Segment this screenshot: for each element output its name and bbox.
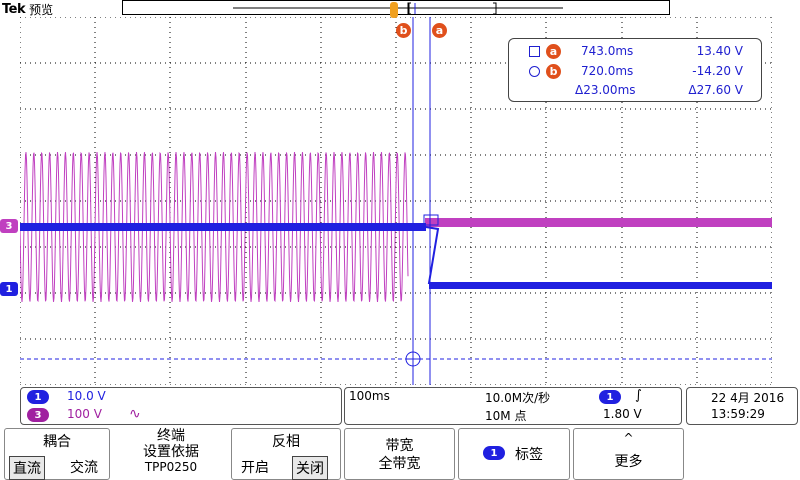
coupling-title: 耦合 [43,434,71,450]
coupling-ac-option[interactable]: 交流 [67,456,101,478]
trigger-source-chip[interactable]: 1 [599,390,621,404]
channel-1-scale: 10.0 V [67,389,106,403]
channel-3-flat-band [425,218,772,227]
oscilloscope-screen: Tek 预览 b a 3 1 a 743.0ms 13.40 V b 720.0… [0,0,800,480]
invert-menu-button[interactable]: 反相 开启 关闭 [231,428,341,480]
bandwidth-value: 全带宽 [378,456,421,472]
bandwidth-title: 带宽 [385,438,414,454]
trigger-level: 1.80 V [603,407,642,421]
trigger-position-marker [390,2,398,18]
channel-3-ground-marker[interactable]: 3 [0,219,18,233]
cursor-delta-time: Δ23.00ms [575,83,636,97]
channel-1-high-band [20,223,426,231]
cursor-a-marker-label: a [432,23,447,38]
termination-menu-button[interactable]: 终端 设置依据 TPP0250 [114,428,228,480]
coupling-menu-button[interactable]: 耦合 直流 交流 [4,428,110,480]
termination-value: TPP0250 [144,460,198,474]
rising-edge-icon: ∫ [635,388,642,403]
label-menu-button[interactable]: 1 标签 [458,428,570,480]
cursor-a-time: 743.0ms [581,44,634,58]
channel-1-low-band [429,283,772,289]
invert-on-option[interactable]: 开启 [238,456,272,478]
coupling-dc-option[interactable]: 直流 [9,456,45,480]
cursor-b-value: -14.20 V [692,64,743,78]
cursor-delta-value: Δ27.60 V [688,83,743,97]
cursor-a-row: a 743.0ms 13.40 V [509,43,761,61]
square-icon [529,46,540,57]
cursor-readout-box: a 743.0ms 13.40 V b 720.0ms -14.20 V Δ23… [508,38,762,102]
termination-title-2: 设置依据 [143,444,199,460]
label-text: 标签 [515,447,543,463]
invert-title: 反相 [272,434,300,450]
time-display: 13:59:29 [711,407,765,421]
datetime-panel: 22 4月 2016 13:59:29 [686,387,798,425]
brand: Tek 预览 [0,0,53,18]
more-arrow-icon: ^ [623,431,634,445]
circle-icon [529,66,540,77]
cursor-b-marker-label: b [396,23,411,38]
cursor-a-value: 13.40 V [696,44,743,58]
date-display: 22 4月 2016 [711,391,785,405]
bandwidth-menu-button[interactable]: 带宽 全带宽 [344,428,455,480]
more-text: 更多 [614,454,643,470]
ac-coupling-icon: ∿ [129,406,141,422]
cursor-b-row: b 720.0ms -14.20 V [509,63,761,81]
cursor-b-time: 720.0ms [581,64,634,78]
record-length: 10M 点 [485,409,527,423]
channel-3-chip[interactable]: 3 [27,408,49,422]
preview-mode-label: 预览 [29,2,54,17]
channel-3-scale: 100 V [67,407,102,421]
sample-rate: 10.0M次/秒 [485,391,551,405]
channel-1-ground-marker[interactable]: 1 [0,282,18,296]
cursor-a-badge: a [546,44,561,59]
label-channel-chip: 1 [483,446,505,460]
invert-off-option[interactable]: 关闭 [292,456,328,480]
more-menu-button[interactable]: ^ 更多 [573,428,684,480]
channel-info-panel[interactable]: 1 10.0 V 3 100 V ∿ [20,387,342,425]
tek-logo: Tek [2,1,26,17]
cursor-delta-row: Δ23.00ms Δ27.60 V [509,82,761,100]
channel-1-chip[interactable]: 1 [27,390,49,404]
timebase-panel[interactable]: 100ms 10.0M次/秒 10M 点 1 ∫ 1.80 V [344,387,682,425]
channel-1-step [425,226,772,284]
horizontal-scale: 100ms [349,389,390,403]
cursor-b-badge: b [546,64,561,79]
